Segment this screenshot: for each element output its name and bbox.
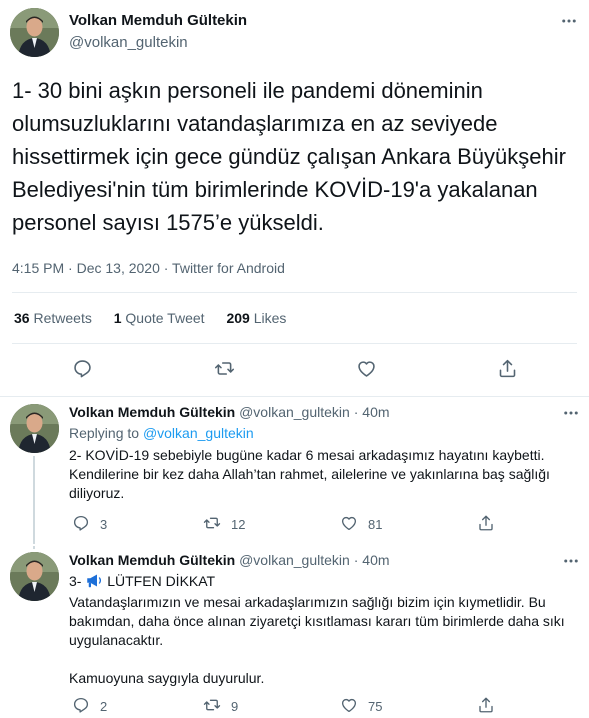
reply-button[interactable]: 3 — [72, 514, 107, 535]
reply-count: 3 — [100, 517, 108, 532]
timestamp[interactable]: 40m — [362, 552, 389, 568]
divider — [12, 343, 577, 344]
avatar[interactable] — [10, 552, 59, 601]
reply-header: Volkan Memduh Gültekin @volkan_gultekin … — [69, 404, 390, 420]
replying-prefix: Replying to — [69, 425, 140, 441]
reply-heading-line: 3- LÜTFEN DİKKAT — [69, 572, 579, 593]
reply-header: Volkan Memduh Gültekin @volkan_gultekin … — [69, 552, 390, 568]
retweet-button[interactable] — [214, 358, 235, 382]
reply-tweet[interactable]: Volkan Memduh Gültekin @volkan_gultekin … — [0, 546, 589, 718]
replying-to: Replying to @volkan_gultekin — [69, 425, 254, 441]
tweet-stats: 36 Retweets 1 Quote Tweet 209 Likes — [14, 310, 304, 326]
like-count: 81 — [368, 517, 383, 532]
tweet-meta[interactable]: 4:15 PM · Dec 13, 2020 · Twitter for And… — [12, 260, 285, 276]
reply-paragraph: Vatandaşlarımızın ve mesai arkadaşlarımı… — [69, 594, 565, 648]
author-handle[interactable]: @volkan_gultekin — [69, 34, 188, 51]
retweet-button[interactable]: 9 — [203, 696, 238, 717]
share-button[interactable] — [497, 358, 518, 382]
like-count: 75 — [368, 699, 383, 714]
share-button[interactable] — [477, 514, 495, 535]
share-button[interactable] — [477, 696, 495, 717]
retweet-count: 12 — [231, 517, 246, 532]
share-icon — [477, 514, 495, 535]
reply-text: 2- KOVİD-19 sebebiyle bugüne kadar 6 mes… — [69, 447, 550, 501]
thread-line — [33, 456, 35, 544]
reply-count: 2 — [100, 699, 108, 714]
avatar[interactable] — [10, 404, 59, 453]
author-name[interactable]: Volkan Memduh Gültekin — [69, 404, 235, 420]
replying-handle-link[interactable]: @volkan_gultekin — [143, 425, 254, 441]
share-icon — [477, 696, 495, 717]
author-handle[interactable]: @volkan_gultekin — [239, 404, 350, 420]
reply-icon — [72, 696, 90, 717]
retweets-stat[interactable]: 36 Retweets — [14, 310, 92, 326]
author-name[interactable]: Volkan Memduh Gültekin — [69, 12, 247, 29]
likes-count: 209 — [226, 310, 250, 326]
author-name[interactable]: Volkan Memduh Gültekin — [69, 552, 235, 568]
reply-button[interactable]: 2 — [72, 696, 107, 717]
retweet-icon — [214, 358, 235, 382]
reply-icon — [72, 514, 90, 535]
share-icon — [497, 358, 518, 382]
like-button[interactable]: 75 — [340, 696, 382, 717]
retweet-icon — [203, 514, 221, 535]
likes-stat[interactable]: 209 Likes — [226, 310, 286, 326]
heart-icon — [340, 696, 358, 717]
quotes-stat[interactable]: 1 Quote Tweet — [114, 310, 205, 326]
retweet-button[interactable]: 12 — [203, 514, 245, 535]
separator: · — [353, 552, 359, 568]
quotes-count: 1 — [113, 310, 122, 326]
reply-icon — [72, 358, 93, 382]
reply-tweet[interactable]: Volkan Memduh Gültekin @volkan_gultekin … — [0, 398, 589, 544]
retweet-count: 9 — [231, 699, 239, 714]
more-icon[interactable] — [560, 12, 578, 33]
more-icon[interactable] — [562, 404, 580, 425]
divider — [0, 396, 589, 397]
tweet-text: 1- 30 bini aşkın personeli ile pandemi d… — [12, 78, 566, 235]
reply-closing: Kamuoyuna saygıyla duyurulur. — [69, 670, 265, 686]
avatar[interactable] — [10, 8, 59, 57]
divider — [12, 292, 577, 293]
megaphone-icon — [85, 573, 103, 593]
heading-text: LÜTFEN DİKKAT — [107, 573, 216, 589]
retweets-label: Retweets — [33, 310, 92, 326]
reply-text: 3- LÜTFEN DİKKAT Vatandaşlarımızın ve me… — [69, 572, 579, 688]
retweet-icon — [203, 696, 221, 717]
like-button[interactable]: 81 — [340, 514, 382, 535]
like-button[interactable] — [356, 358, 377, 382]
thread-line — [33, 546, 35, 549]
heart-icon — [356, 358, 377, 382]
author-handle[interactable]: @volkan_gultekin — [239, 552, 350, 568]
main-tweet: Volkan Memduh Gültekin @volkan_gultekin … — [0, 0, 589, 397]
heart-icon — [340, 514, 358, 535]
reply-button[interactable] — [72, 358, 93, 382]
more-icon[interactable] — [562, 552, 580, 573]
likes-label: Likes — [253, 310, 287, 326]
heading-prefix: 3- — [69, 573, 82, 589]
separator: · — [353, 404, 359, 420]
timestamp[interactable]: 40m — [362, 404, 389, 420]
quotes-label: Quote Tweet — [125, 310, 205, 326]
retweets-count: 36 — [14, 310, 30, 326]
